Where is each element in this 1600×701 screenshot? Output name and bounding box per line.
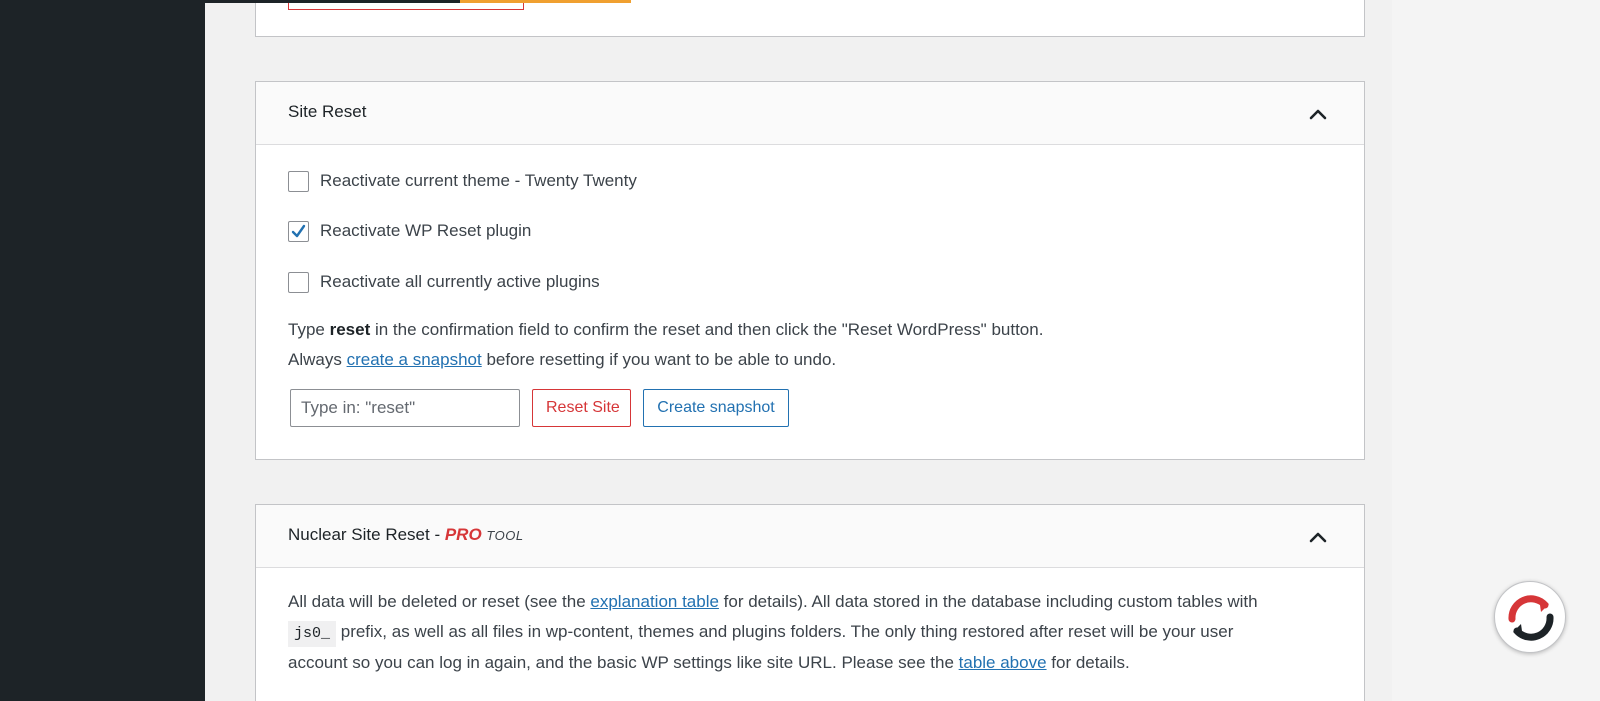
- option-reactivate-wpreset[interactable]: Reactivate WP Reset plugin: [288, 219, 531, 243]
- previous-card: [255, 0, 1365, 37]
- reset-site-button[interactable]: Reset Site: [532, 389, 631, 427]
- instruction-suffix: in the confirmation field to confirm the…: [370, 320, 1044, 339]
- option-label: Reactivate current theme - Twenty Twenty: [320, 171, 637, 190]
- reactivate-plugins-checkbox[interactable]: [288, 271, 309, 293]
- nuclear-reset-title: Nuclear Site Reset - PRO TOOL: [288, 525, 524, 545]
- progress-bar-track: [1, 0, 460, 3]
- chevron-up-icon[interactable]: [1308, 527, 1328, 547]
- desc-text: prefix, as well as all files in wp-conte…: [336, 622, 1234, 641]
- reactivate-wpreset-checkbox[interactable]: [288, 220, 309, 242]
- progress-bar-fill: [460, 0, 631, 3]
- nuclear-reset-header[interactable]: Nuclear Site Reset - PRO TOOL: [256, 505, 1364, 568]
- tool-label: TOOL: [486, 528, 524, 543]
- reactivate-theme-checkbox[interactable]: [288, 170, 309, 192]
- option-label: Reactivate WP Reset plugin: [320, 221, 532, 240]
- create-snapshot-button[interactable]: Create snapshot: [643, 389, 789, 427]
- site-reset-card: Site Reset Reactivate current theme - Tw…: [255, 81, 1365, 460]
- nuclear-reset-card: Nuclear Site Reset - PRO TOOL All data w…: [255, 504, 1365, 701]
- desc-text: for details.: [1046, 653, 1130, 672]
- explanation-table-link[interactable]: explanation table: [590, 592, 719, 611]
- right-gutter: [1392, 0, 1600, 701]
- refresh-icon: [1508, 595, 1554, 641]
- progress-bar: [1, 0, 631, 3]
- desc-text: account so you can log in again, and the…: [288, 653, 959, 672]
- desc-text: All data will be deleted or reset (see t…: [288, 592, 591, 611]
- refresh-fab-button[interactable]: [1494, 581, 1566, 653]
- snapshot-note-suffix: before resetting if you want to be able …: [481, 350, 837, 369]
- instruction-prefix: Type: [288, 320, 330, 339]
- desc-text: for details). All data stored in the dat…: [718, 592, 1258, 611]
- option-reactivate-theme[interactable]: Reactivate current theme - Twenty Twenty: [288, 169, 637, 193]
- table-above-link[interactable]: table above: [959, 653, 1047, 672]
- confirm-reset-input[interactable]: [290, 389, 520, 427]
- chevron-up-icon[interactable]: [1308, 104, 1328, 124]
- option-label: Reactivate all currently active plugins: [320, 272, 600, 291]
- nuclear-desc-line-1: All data will be deleted or reset (see t…: [288, 590, 1258, 614]
- checkmark-icon: [291, 224, 306, 237]
- pro-badge: PRO: [444, 525, 482, 544]
- nuclear-desc-line-2: js0_ prefix, as well as all files in wp-…: [288, 620, 1233, 647]
- nuclear-desc-line-3: account so you can log in again, and the…: [288, 651, 1130, 675]
- site-reset-header[interactable]: Site Reset: [256, 82, 1364, 145]
- admin-sidebar: [0, 0, 205, 701]
- snapshot-note: Always create a snapshot before resettin…: [288, 348, 836, 372]
- site-reset-title: Site Reset: [288, 102, 367, 121]
- option-reactivate-plugins[interactable]: Reactivate all currently active plugins: [288, 270, 600, 294]
- snapshot-note-prefix: Always: [288, 350, 347, 369]
- reset-instruction: Type reset in the confirmation field to …: [288, 318, 1043, 342]
- instruction-keyword: reset: [329, 320, 371, 339]
- table-prefix-code: js0_: [288, 621, 337, 647]
- create-snapshot-link[interactable]: create a snapshot: [347, 350, 482, 369]
- nuclear-title-main: Nuclear Site Reset -: [288, 525, 445, 544]
